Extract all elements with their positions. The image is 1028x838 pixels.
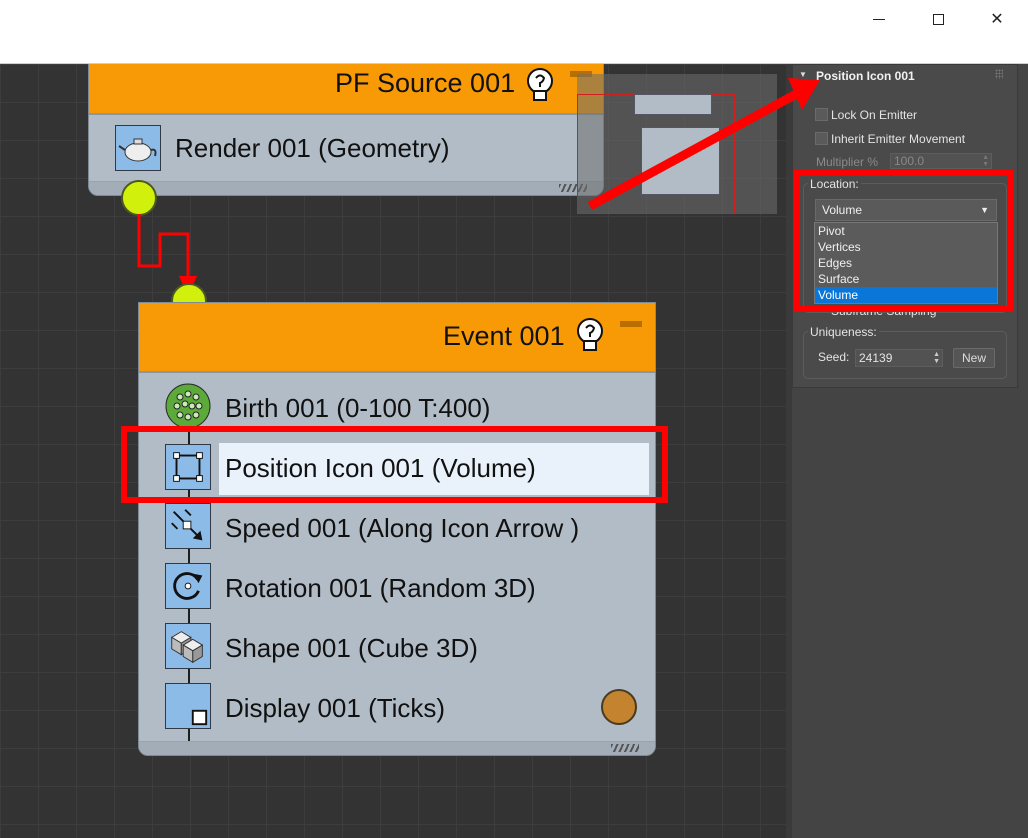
close-icon: ✕ — [990, 9, 1004, 28]
operator-label: Render 001 (Geometry) — [175, 133, 450, 163]
pf-source-title: PF Source 001 — [335, 68, 516, 98]
inherit-emitter-movement-label: Inherit Emitter Movement — [831, 132, 966, 146]
lightbulb-icon[interactable] — [573, 317, 607, 353]
multiplier-spinner[interactable]: 100.0 ▲ ▼ — [890, 153, 992, 169]
teapot-icon — [115, 125, 161, 171]
seed-spinner[interactable]: 24139 ▲ ▼ — [855, 349, 943, 367]
event-footer — [139, 741, 655, 755]
maximize-button[interactable] — [921, 8, 955, 32]
rollout-title[interactable]: Position Icon 001 — [816, 69, 915, 83]
close-button[interactable]: ✕ — [980, 8, 1014, 32]
minimize-button[interactable] — [862, 8, 896, 32]
seed-label: Seed: — [818, 350, 850, 364]
lock-on-emitter-label: Lock On Emitter — [831, 108, 918, 122]
display-color-swatch[interactable] — [601, 689, 637, 725]
event-minimize-icon[interactable] — [620, 321, 642, 327]
rollout-drag-handle-icon[interactable] — [995, 69, 1003, 79]
display-icon — [165, 683, 211, 729]
minimize-icon — [873, 19, 885, 20]
operator-label: Display 001 (Ticks) — [225, 693, 446, 723]
operator-label: Rotation 001 (Random 3D) — [225, 573, 536, 603]
annotation-arrow — [587, 78, 820, 210]
operator-label: Shape 001 (Cube 3D) — [225, 633, 478, 663]
event-title: Event 001 — [443, 321, 565, 351]
pf-source-header[interactable]: PF Source 001 — [89, 64, 603, 115]
pf-source-footer — [89, 181, 603, 195]
speed-icon — [165, 503, 211, 549]
operator-row[interactable]: Shape 001 (Cube 3D) — [139, 617, 655, 675]
lightbulb-icon[interactable] — [523, 67, 557, 103]
event-header[interactable]: Event 001 — [139, 303, 655, 373]
operator-label: Speed 001 (Along Icon Arrow ) — [225, 513, 580, 543]
operator-row[interactable]: Render 001 (Geometry) — [89, 119, 603, 177]
uniqueness-label: Uniqueness: — [808, 325, 879, 339]
window-titlebar: ✕ — [0, 0, 1028, 64]
shape-icon — [165, 623, 211, 669]
source-output-port[interactable] — [121, 180, 157, 216]
multiplier-value: 100.0 — [894, 154, 925, 168]
operator-label: Birth 001 (0-100 T:400) — [225, 393, 491, 423]
spinner-arrows-icon[interactable]: ▲ ▼ — [933, 351, 940, 365]
operator-row[interactable]: Speed 001 (Along Icon Arrow ) — [139, 497, 655, 555]
rotation-icon — [165, 563, 211, 609]
pf-source-node[interactable]: PF Source 001 Render 001 (Geometry) — [88, 64, 604, 196]
resize-grip-icon[interactable] — [611, 744, 639, 752]
operator-row[interactable]: Display 001 (Ticks) — [139, 677, 655, 735]
maximize-icon — [932, 14, 944, 25]
seed-value: 24139 — [859, 351, 893, 365]
new-seed-button[interactable]: New — [953, 348, 995, 368]
birth-icon — [165, 383, 211, 429]
highlight-position-row — [121, 426, 668, 503]
spinner-arrows-icon[interactable]: ▲ ▼ — [982, 154, 989, 168]
operator-row[interactable]: Rotation 001 (Random 3D) — [139, 557, 655, 615]
event-node[interactable]: Event 001 Birth 001 (0-100 T:400) Positi… — [138, 302, 656, 756]
